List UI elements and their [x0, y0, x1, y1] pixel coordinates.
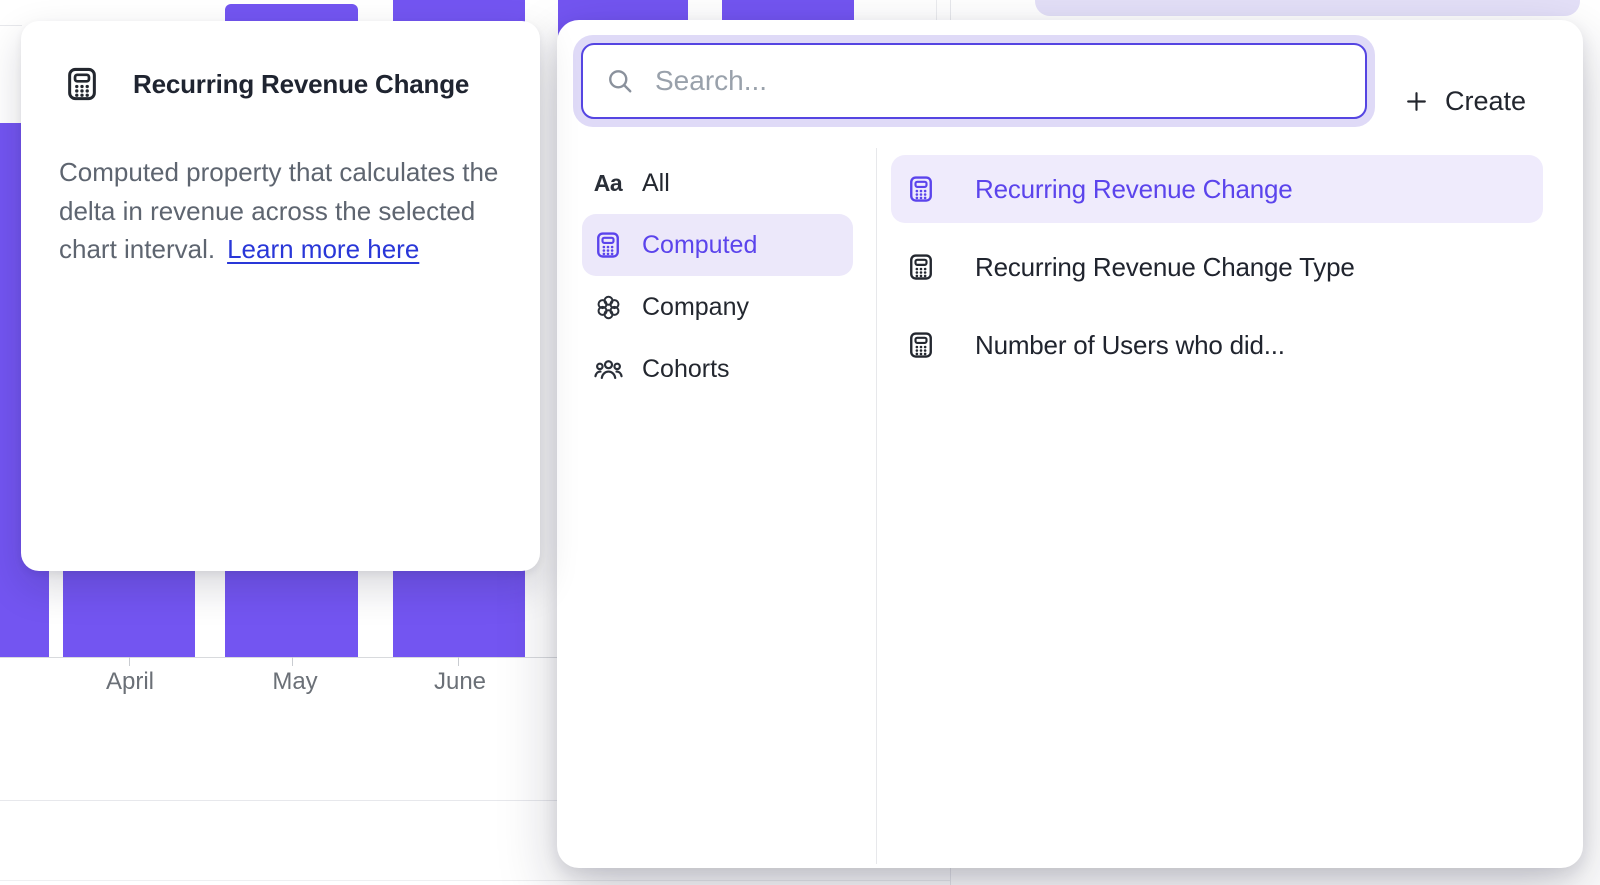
- axis-label-june: June: [434, 668, 486, 696]
- result-label: Recurring Revenue Change Type: [975, 252, 1355, 283]
- property-tooltip-card: Recurring Revenue Change Computed proper…: [21, 21, 540, 571]
- result-label: Number of Users who did...: [975, 330, 1285, 361]
- search-icon: [605, 66, 635, 96]
- plus-icon: [1403, 88, 1430, 115]
- panel-divider: [876, 148, 877, 864]
- result-list: Recurring Revenue Change Recurring Reven…: [891, 155, 1543, 389]
- tooltip-description: Computed property that calculates the de…: [59, 153, 515, 269]
- search-focus-ring: [573, 35, 1375, 127]
- category-computed[interactable]: Computed: [582, 214, 853, 276]
- bg-topleft-edge: [0, 25, 22, 26]
- search-input[interactable]: [655, 65, 1343, 97]
- axis-tick-may: [292, 657, 293, 666]
- create-button[interactable]: Create: [1393, 63, 1536, 139]
- result-number-of-users-who-did[interactable]: Number of Users who did...: [891, 311, 1543, 379]
- result-label: Recurring Revenue Change: [975, 174, 1293, 205]
- category-company-label: Company: [642, 293, 749, 322]
- result-recurring-revenue-change[interactable]: Recurring Revenue Change: [891, 155, 1543, 223]
- axis-tick-june: [458, 657, 459, 666]
- category-list: Aa All Computed Company: [582, 152, 853, 400]
- axis-tick-april: [129, 657, 130, 666]
- company-cluster-icon: [592, 292, 624, 323]
- axis-label-may: May: [272, 668, 317, 696]
- category-computed-label: Computed: [642, 231, 757, 260]
- result-recurring-revenue-change-type[interactable]: Recurring Revenue Change Type: [891, 233, 1543, 301]
- search-box: [581, 43, 1367, 119]
- bg-divider-vertical-short: [936, 0, 937, 20]
- calculator-icon: [906, 252, 936, 282]
- property-picker-panel: Create Aa All Computed: [557, 20, 1583, 868]
- category-cohorts[interactable]: Cohorts: [582, 338, 853, 400]
- category-company[interactable]: Company: [582, 276, 853, 338]
- calculator-icon: [906, 330, 936, 360]
- category-all-label: All: [642, 169, 670, 198]
- property-chip-occluded: [1035, 0, 1580, 16]
- axis-label-april: April: [106, 668, 154, 696]
- text-format-icon: Aa: [592, 170, 624, 197]
- app-screen: April May June Recurring Revenue Change …: [0, 0, 1600, 885]
- tooltip-title: Recurring Revenue Change: [133, 69, 469, 100]
- create-button-label: Create: [1445, 86, 1526, 117]
- cohorts-people-icon: [592, 354, 624, 385]
- calculator-icon: [63, 65, 101, 103]
- tooltip-header: Recurring Revenue Change: [63, 65, 469, 103]
- calculator-icon: [592, 230, 624, 260]
- calculator-icon: [906, 174, 936, 204]
- learn-more-link[interactable]: Learn more here: [227, 234, 419, 264]
- category-cohorts-label: Cohorts: [642, 355, 730, 384]
- category-all[interactable]: Aa All: [582, 152, 853, 214]
- bg-card-bottom-line: [0, 880, 950, 881]
